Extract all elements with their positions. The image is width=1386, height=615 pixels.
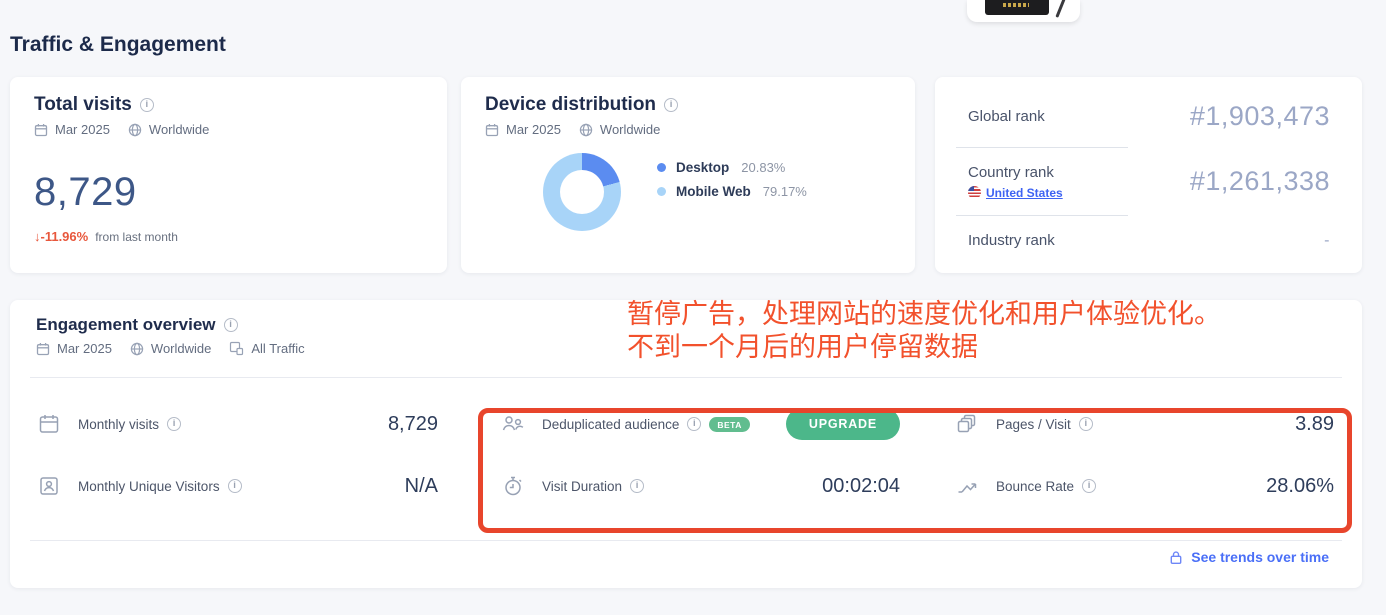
change-note: from last month (95, 230, 178, 244)
total-visits-card: Total visits Mar 2025 Worldwide 8,729 ↓-… (10, 77, 447, 273)
device-donut-chart (543, 153, 621, 231)
audience-people-icon (500, 413, 526, 435)
engagement-overview-title: Engagement overview (36, 315, 216, 335)
mobile-web-dot (657, 187, 666, 196)
device-distribution-title: Device distribution (485, 94, 656, 116)
period-label: Mar 2025 (57, 341, 112, 356)
info-icon[interactable] (630, 479, 644, 493)
country-link[interactable]: United States (986, 186, 1063, 200)
region-label: Worldwide (600, 122, 660, 137)
annotation-text: 暂停广告，处理网站的速度优化和用户体验优化。 不到一个月后的用户停留数据 (627, 298, 1221, 364)
info-icon[interactable] (664, 98, 678, 112)
pages-per-visit-value: 3.89 (1295, 413, 1334, 436)
divider (956, 147, 1128, 148)
divider (956, 215, 1128, 216)
metric-visit-duration: Visit Duration 00:02:04 (500, 466, 900, 506)
info-icon[interactable] (1082, 479, 1096, 493)
info-icon[interactable] (167, 417, 181, 431)
period-label: Mar 2025 (506, 122, 561, 137)
bounce-rate-value: 28.06% (1266, 475, 1334, 498)
traffic-engagement-dashboard: Traffic & Engagement Total visits Mar 20… (0, 0, 1386, 615)
traffic-filter-label: All Traffic (251, 341, 304, 356)
metric-monthly-visits: Monthly visits 8,729 (36, 404, 438, 444)
info-icon[interactable] (224, 318, 238, 332)
monthly-unique-visitors-value: N/A (405, 475, 438, 498)
stopwatch-icon (500, 475, 526, 497)
metric-bounce-rate: Bounce Rate 28.06% (954, 466, 1334, 506)
total-visits-title: Total visits (34, 94, 132, 116)
monthly-visits-value: 8,729 (388, 413, 438, 436)
industry-rank-value: - (1324, 232, 1330, 250)
period-label: Mar 2025 (55, 122, 110, 137)
device-distribution-card: Device distribution Mar 2025 Worldwide (461, 77, 915, 273)
info-icon[interactable] (228, 479, 242, 493)
thumbnail-image (985, 0, 1049, 15)
divider (30, 377, 1342, 378)
channels-icon (229, 341, 244, 356)
change-percent: ↓-11.96% (34, 229, 88, 244)
lock-icon (1169, 550, 1183, 565)
info-icon[interactable] (1079, 417, 1093, 431)
globe-icon (579, 123, 593, 137)
metric-deduplicated-audience: Deduplicated audience BETA UPGRADE (500, 404, 900, 444)
global-rank-value: #1,903,473 (1190, 101, 1330, 132)
info-icon[interactable] (687, 417, 701, 431)
bounce-arrow-icon (954, 475, 980, 497)
metric-monthly-unique-visitors: Monthly Unique Visitors N/A (36, 466, 438, 506)
calendar-icon (485, 123, 499, 137)
see-trends-link[interactable]: See trends over time (1169, 549, 1329, 565)
legend-item-mobile-web: Mobile Web 79.17% (657, 184, 807, 199)
calendar-icon (36, 342, 50, 356)
upgrade-button[interactable]: UPGRADE (786, 408, 900, 440)
divider (30, 540, 1342, 541)
pages-stack-icon (954, 413, 980, 435)
info-icon[interactable] (140, 98, 154, 112)
beta-badge: BETA (709, 417, 750, 432)
total-visits-value: 8,729 (34, 170, 423, 215)
device-legend: Desktop 20.83% Mobile Web 79.17% (657, 160, 807, 199)
unique-visitor-icon (36, 475, 62, 497)
country-rank-row: Country rank United States #1,261,338 (968, 164, 1330, 200)
metric-pages-per-visit: Pages / Visit 3.89 (954, 404, 1334, 444)
visit-duration-value: 00:02:04 (822, 475, 900, 498)
industry-rank-row: Industry rank - (968, 232, 1330, 250)
annotation-line-1: 暂停广告，处理网站的速度优化和用户体验优化。 (627, 298, 1221, 331)
calendar-icon (36, 413, 62, 435)
page-title: Traffic & Engagement (10, 33, 226, 57)
desktop-dot (657, 163, 666, 172)
region-label: Worldwide (151, 341, 211, 356)
legend-item-desktop: Desktop 20.83% (657, 160, 807, 175)
global-rank-row: Global rank #1,903,473 (968, 101, 1330, 132)
globe-icon (130, 342, 144, 356)
calendar-icon (34, 123, 48, 137)
us-flag-icon (968, 186, 981, 199)
thumbnail-slash-mark (1055, 0, 1065, 18)
annotation-line-2: 不到一个月后的用户停留数据 (627, 331, 1221, 364)
globe-icon (128, 123, 142, 137)
rank-card: Global rank #1,903,473 Country rank Unit… (935, 77, 1362, 273)
country-rank-value: #1,261,338 (1190, 166, 1330, 197)
product-thumbnail-fragment[interactable] (967, 0, 1080, 22)
region-label: Worldwide (149, 122, 209, 137)
